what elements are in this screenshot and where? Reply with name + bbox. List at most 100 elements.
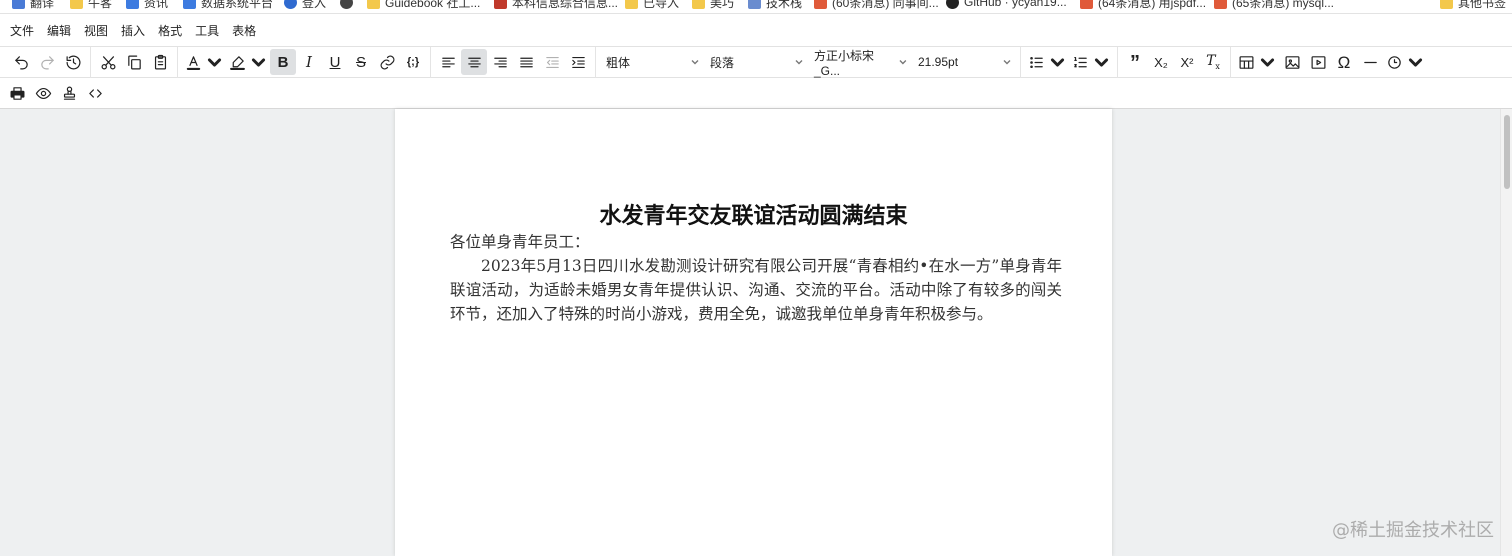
italic-button[interactable]: I [296, 49, 322, 75]
special-char-button[interactable]: Ω [1331, 49, 1357, 75]
font-weight-value: 粗体 [606, 55, 631, 70]
horizontal-rule-button[interactable] [1357, 49, 1383, 75]
stamp-icon [63, 86, 75, 100]
bookmark-item[interactable]: 技术栈 [748, 0, 802, 10]
play-icon [1311, 55, 1325, 69]
bookmark-item[interactable]: Guidebook 社工... [367, 0, 480, 10]
redo-icon [40, 55, 54, 69]
vertical-scrollbar[interactable] [1500, 109, 1512, 556]
translate-icon [12, 0, 25, 9]
chevron-down-icon [1003, 60, 1011, 65]
bookmark-item[interactable]: 翻译 [12, 0, 54, 10]
media-button[interactable] [1305, 49, 1331, 75]
scrollbar-thumb[interactable] [1504, 115, 1510, 189]
bookmark-item[interactable]: 登入 [284, 0, 326, 10]
copy-button[interactable] [121, 49, 147, 75]
bookmark-item[interactable]: (64条消息) 用jspdf... [1080, 0, 1206, 10]
image-button[interactable] [1279, 49, 1305, 75]
bullet-list-icon [1030, 56, 1043, 68]
bookmark-item[interactable]: 美巧 [692, 0, 734, 10]
indent-button[interactable] [565, 49, 591, 75]
bookmark-item[interactable]: GitHub · ycyan19... [946, 0, 1067, 10]
subscript-button[interactable]: X₂ [1148, 49, 1174, 75]
menu-insert[interactable]: 插入 [121, 22, 145, 39]
superscript-button[interactable]: X² [1174, 49, 1200, 75]
code-brackets-icon [88, 88, 102, 98]
document-body[interactable]: 各位单身青年员工： 2023年5月13日四川水发勘测设计研究有限公司开展“青春相… [450, 230, 1062, 326]
restore-draft-button[interactable] [60, 49, 86, 75]
code-icon: {;} [406, 55, 420, 68]
alignment-group [431, 46, 596, 78]
bookmark-item[interactable]: 已导入 [625, 0, 679, 10]
align-justify-icon [519, 57, 533, 67]
numbered-list-button[interactable] [1069, 49, 1113, 75]
undo-button[interactable] [8, 49, 34, 75]
bookmark-item[interactable]: 牛客 [70, 0, 112, 10]
redo-button[interactable] [34, 49, 60, 75]
document-title[interactable]: 水发青年交友联谊活动圆满结束 [395, 198, 1112, 230]
source-code-button[interactable] [82, 80, 108, 106]
copy-icon [127, 55, 141, 69]
watermark: @稀土掘金技术社区 [1332, 520, 1494, 541]
outdent-button[interactable] [539, 49, 565, 75]
font-family-value: 方正小标宋_G... [814, 48, 875, 78]
menu-table[interactable]: 表格 [232, 22, 256, 39]
indent-icon [571, 56, 585, 68]
table-button[interactable] [1235, 49, 1279, 75]
chevron-down-icon [899, 60, 907, 65]
text-color-button[interactable] [182, 49, 226, 75]
folder-icon [367, 0, 380, 9]
font-family-select[interactable]: 方正小标宋_G... [808, 48, 912, 78]
code-sample-button[interactable]: {;} [400, 49, 426, 75]
site-icon [340, 0, 353, 9]
clear-formatting-button[interactable]: Tx [1200, 49, 1226, 75]
italic-icon: I [306, 52, 312, 71]
strikethrough-button[interactable]: S [348, 49, 374, 75]
document-page[interactable]: 水发青年交友联谊活动圆满结束 各位单身青年员工： 2023年5月13日四川水发勘… [395, 109, 1112, 556]
preview-button[interactable] [30, 80, 56, 106]
bookmark-item[interactable]: 本科信息综合信息... [494, 0, 618, 10]
data-icon [183, 0, 196, 9]
menu-edit[interactable]: 编辑 [47, 22, 71, 39]
history-icon [66, 55, 80, 69]
stamp-button[interactable] [56, 80, 82, 106]
bookmark-item[interactable] [340, 0, 358, 10]
body-paragraph[interactable]: 2023年5月13日四川水发勘测设计研究有限公司开展“青春相约•在水一方”单身青… [450, 254, 1062, 326]
align-left-button[interactable] [435, 49, 461, 75]
bookmark-item[interactable]: 其他书签 [1440, 0, 1506, 10]
subscript-icon: X₂ [1154, 54, 1168, 70]
salutation-line[interactable]: 各位单身青年员工： [450, 230, 1062, 254]
align-center-button[interactable] [461, 49, 487, 75]
print-button[interactable] [4, 80, 30, 106]
bookmark-item[interactable]: (60条消息) 同事间... [814, 0, 939, 10]
highlight-color-button[interactable] [226, 49, 270, 75]
font-size-value: 21.95pt [918, 55, 959, 69]
cut-button[interactable] [95, 49, 121, 75]
bookmark-item[interactable]: 数据系统平台 [183, 0, 273, 10]
underline-button[interactable]: U [322, 49, 348, 75]
block-format-select[interactable]: 段落 [704, 49, 808, 75]
font-size-select[interactable]: 21.95pt [912, 49, 1016, 75]
bold-button[interactable]: B [270, 49, 296, 75]
chevron-down-icon [1408, 58, 1423, 66]
insert-datetime-button[interactable] [1383, 49, 1427, 75]
folder-icon [1440, 0, 1453, 9]
printer-icon [10, 86, 24, 100]
bookmark-item[interactable]: 资讯 [126, 0, 168, 10]
bookmark-item[interactable]: (65条消息) mysql... [1214, 0, 1334, 10]
menu-view[interactable]: 视图 [84, 22, 108, 39]
menu-file[interactable]: 文件 [10, 22, 34, 39]
bullet-list-button[interactable] [1025, 49, 1069, 75]
link-button[interactable] [374, 49, 400, 75]
font-weight-select[interactable]: 粗体 [600, 49, 704, 75]
blockquote-button[interactable]: ” [1122, 49, 1148, 75]
align-justify-button[interactable] [513, 49, 539, 75]
align-right-button[interactable] [487, 49, 513, 75]
font-selects-group: 粗体 段落 方正小标宋_G... 21.95pt [596, 46, 1021, 78]
menu-tools[interactable]: 工具 [195, 22, 219, 39]
chevron-down-icon [251, 58, 266, 66]
menu-format[interactable]: 格式 [158, 22, 182, 39]
paste-button[interactable] [147, 49, 173, 75]
clipboard-icon [154, 54, 166, 69]
toolbar-secondary [0, 78, 1512, 109]
